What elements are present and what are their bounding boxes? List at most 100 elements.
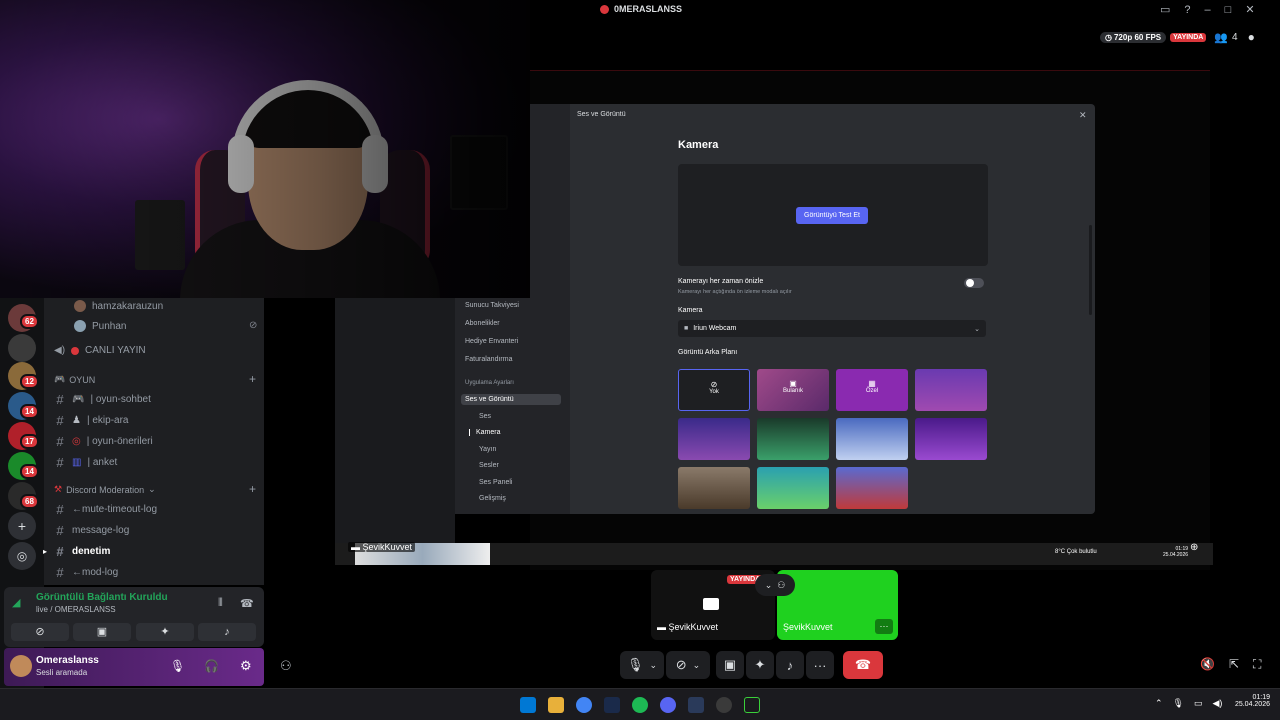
screen-icon: ▬ [351, 542, 360, 552]
help-icon[interactable]: ? [1184, 4, 1190, 16]
channel-name: ←mute-timeout-log [72, 504, 158, 515]
activities-button[interactable]: ✦ [136, 623, 194, 641]
preview-toggle[interactable] [964, 278, 984, 288]
side-item-3[interactable]: Faturalandırma [465, 356, 512, 363]
side-item-1[interactable]: Abonelikler [465, 320, 500, 327]
test-camera-button[interactable]: Görüntüyü Test Et [796, 207, 868, 224]
avatar[interactable] [10, 655, 32, 677]
bg-tile-7[interactable] [836, 418, 908, 460]
bg-tile-6[interactable] [757, 418, 829, 460]
channel-mute-log[interactable]: # ←mute-timeout-log [54, 502, 157, 517]
explore-servers-icon[interactable]: ◎ [8, 542, 36, 570]
soundboard-button[interactable]: ♪ [198, 623, 256, 641]
steam-icon-2[interactable] [688, 697, 704, 713]
channel-message-log[interactable]: # message-log [54, 523, 129, 538]
category-moderation[interactable]: ⚒ Discord Moderation ⌄ [54, 484, 156, 495]
zoom-icon[interactable]: ⊕ [1190, 542, 1198, 553]
popout-icon[interactable]: ⇱ [1229, 657, 1239, 672]
side-item-av[interactable]: Ses ve Görüntü [461, 394, 561, 405]
channel-oyun-onerileri[interactable]: # ◎ | oyun-önerileri [54, 434, 152, 449]
channel-live[interactable]: ◀) CANLI YAYIN [54, 345, 146, 356]
invite-icon[interactable]: ⚇ [280, 658, 292, 674]
bg-tile-blur[interactable]: ▣ Bulanık [757, 369, 829, 411]
bg-tile-4[interactable] [915, 369, 987, 411]
disconnect-icon[interactable]: ☎ [240, 597, 254, 610]
file-explorer-icon[interactable] [548, 697, 564, 713]
soundboard-control[interactable]: ♪ [776, 651, 804, 679]
tile-expand-control[interactable]: ⌄ ⚇ [755, 574, 795, 596]
screen-share-button[interactable]: ▣ [73, 623, 131, 641]
settings-gear-icon[interactable]: ⚙ [240, 658, 252, 674]
obs-icon[interactable] [716, 697, 732, 713]
activities-control[interactable]: ✦ [746, 651, 774, 679]
camera-select[interactable]: ■ Iriun Webcam ⌄ [678, 320, 986, 337]
volume-muted-icon[interactable]: 🔇 [1200, 657, 1215, 672]
minimize-button[interactable]: – [1205, 4, 1211, 16]
taskbar-clock[interactable]: 01:19 25.04.2026 [1230, 694, 1270, 708]
channel-denetim[interactable]: # denetim [54, 544, 110, 559]
bg-tile-11[interactable] [836, 467, 908, 509]
add-mod-channel-icon[interactable]: + [249, 482, 256, 496]
hash-icon: # [56, 392, 64, 407]
maximize-button[interactable]: □ [1225, 4, 1232, 16]
leave-call-button[interactable]: ☎ [843, 651, 883, 679]
app-icon[interactable] [744, 697, 760, 713]
voice-location[interactable]: live / OMERASLANSS [36, 605, 116, 614]
network-icon[interactable]: ▭ [1194, 698, 1203, 709]
user-name[interactable]: Omeraslanss [36, 655, 99, 666]
more-control[interactable]: ··· [806, 651, 834, 679]
channel-oyun-sohbet[interactable]: # 🎮 | oyun-sohbet [54, 392, 151, 407]
share-screen-control[interactable]: ▣ [716, 651, 744, 679]
add-channel-icon[interactable]: + [249, 372, 256, 386]
chat-icon[interactable]: ● [1248, 30, 1255, 44]
channel-anket[interactable]: # ▥ | anket [54, 455, 117, 470]
bg-tile-10[interactable] [757, 467, 829, 509]
category-oyun[interactable]: 🎮 OYUN [54, 374, 95, 385]
side-item-2[interactable]: Hediye Envanteri [465, 338, 518, 345]
stream-title: 0MERASLANSS [614, 4, 683, 14]
side-item-0[interactable]: Sunucu Takviyesi [465, 302, 519, 309]
fullscreen-icon[interactable]: ⛶ [1253, 657, 1261, 672]
more-options-button[interactable]: ··· [875, 619, 893, 634]
bg-tile-9[interactable] [678, 467, 750, 509]
side-item-sound[interactable]: Ses [479, 413, 491, 420]
chrome-icon[interactable] [576, 697, 592, 713]
voice-member-0[interactable]: hamzakarauzun [74, 300, 163, 312]
side-item-advanced[interactable]: Gelişmiş [479, 495, 506, 502]
mic-control[interactable]: 🎙 ⌄ [620, 651, 664, 679]
bg-tile-5[interactable] [678, 418, 750, 460]
close-button[interactable]: ✕ [1245, 3, 1254, 16]
participant-tile-camera[interactable]: ŞevikKuvvet ··· [777, 570, 898, 640]
side-item-camera[interactable]: Kamera [469, 429, 501, 436]
side-item-soundboard[interactable]: Ses Paneli [479, 479, 512, 486]
headphones-icon[interactable]: 🎧 [204, 659, 219, 673]
hammer-icon: ⚒ [54, 484, 63, 494]
overlay-name: ŞevikKuvvet [362, 542, 413, 552]
bg-tile-custom[interactable]: ▦ Özel [836, 369, 908, 411]
channel-mod-log[interactable]: # ←mod-log [54, 565, 118, 580]
add-server-icon[interactable]: + [8, 512, 36, 540]
side-item-stream[interactable]: Yayın [479, 446, 496, 453]
discord-icon[interactable] [660, 697, 676, 713]
mic-tray-icon[interactable]: 🎙 [1173, 698, 1184, 709]
steam-icon[interactable] [604, 697, 620, 713]
settings-scrollbar[interactable] [1089, 225, 1092, 315]
bg-tile-none[interactable]: ⊘ Yok [678, 369, 750, 411]
spotify-icon[interactable] [632, 697, 648, 713]
modal-close-icon[interactable]: ✕ [1079, 110, 1087, 121]
inbox-icon[interactable]: ▭ [1160, 3, 1170, 16]
camera-off-button[interactable]: ⊘ [11, 623, 69, 641]
server-icon-1[interactable] [8, 334, 36, 362]
avatar [74, 300, 86, 312]
voice-member-1[interactable]: Punhan [74, 320, 126, 332]
side-item-sounds[interactable]: Sesler [479, 462, 499, 469]
bg-tile-8[interactable] [915, 418, 987, 460]
chevron-up-icon[interactable]: ⌃ [1155, 698, 1163, 709]
volume-icon[interactable]: ◀) [1213, 698, 1223, 709]
channel-ekip-ara[interactable]: # ♟ | ekip-ara [54, 413, 128, 428]
microphone-icon[interactable]: 🎙 [170, 659, 185, 673]
camera-control[interactable]: ⊘ ⌄ [666, 651, 710, 679]
soundwave-icon[interactable]: ⦀ [218, 597, 223, 610]
start-icon[interactable] [520, 697, 536, 713]
voice-status[interactable]: Görüntülü Bağlantı Kuruldu [36, 592, 168, 603]
